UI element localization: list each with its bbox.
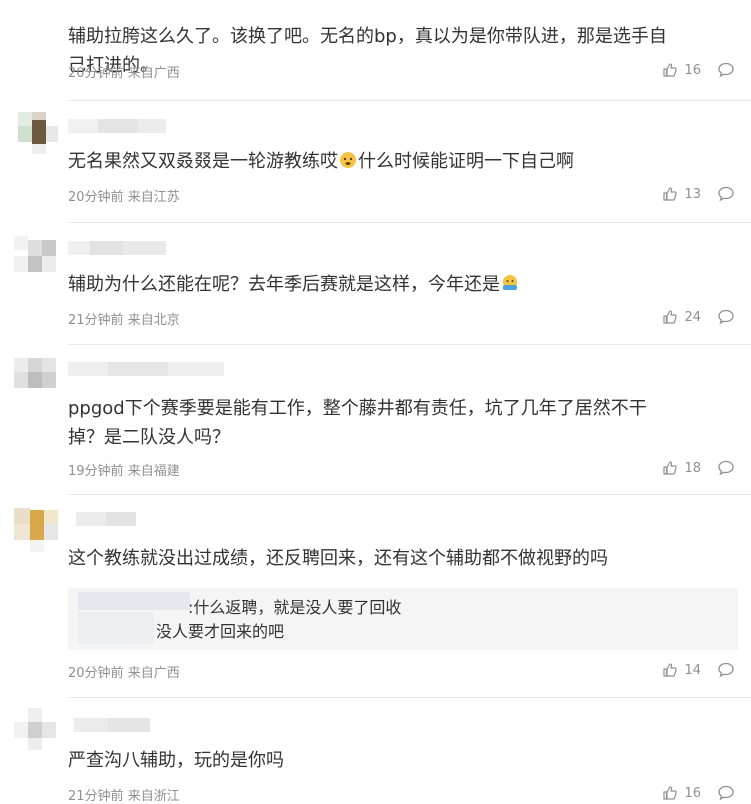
comment-location: 来自广西 (127, 666, 180, 681)
comment-bubble-icon[interactable] (717, 61, 735, 79)
divider (68, 344, 751, 345)
comment-meta: 21分钟前 来自北京 (68, 309, 180, 328)
comment-meta: 20分钟前 来自广西 (68, 662, 180, 681)
comment-time: 20分钟前 (68, 66, 124, 81)
divider (68, 222, 751, 223)
comment-location: 来自浙江 (127, 789, 180, 804)
comment-location: 来自广西 (127, 66, 180, 81)
reply-text-line: 没人要才回来的吧 (156, 622, 285, 641)
comment-text: 无名果然又双叒叕是一轮游教练哎 什么时候能证明一下自己啊 (68, 147, 707, 179)
thumbs-up-icon (663, 461, 678, 475)
like-button[interactable]: 16 (662, 785, 701, 801)
avatar[interactable] (14, 112, 60, 158)
thumbs-up-icon (663, 63, 678, 77)
comment-meta: 19分钟前 来自福建 (68, 460, 180, 479)
divider (68, 494, 751, 495)
divider (68, 100, 751, 101)
like-button[interactable]: 14 (662, 662, 701, 678)
reply-avatar-blurred (78, 612, 154, 644)
comment-time: 21分钟前 (68, 789, 124, 804)
comment-location: 来自江苏 (127, 190, 180, 205)
reply-username-blurred[interactable] (78, 592, 190, 610)
like-count: 13 (684, 186, 701, 202)
like-button[interactable]: 13 (662, 186, 701, 202)
like-button[interactable]: 16 (662, 62, 701, 78)
comment-meta: 20分钟前 来自江苏 (68, 186, 180, 205)
like-count: 16 (684, 62, 701, 78)
username-blurred[interactable] (68, 241, 168, 255)
comment-text: ppgod下个赛季要是能有工作，整个藤井都有责任，坑了几年了居然不干 掉？是二队… (68, 398, 647, 448)
like-count: 18 (684, 460, 701, 476)
avatar[interactable] (14, 236, 60, 282)
thumbs-up-icon (663, 310, 678, 324)
comment-meta: 20分钟前 来自广西 (68, 62, 180, 81)
username-blurred[interactable] (68, 119, 168, 133)
comment-bubble-icon[interactable] (717, 308, 735, 326)
comment-bubble-icon[interactable] (717, 459, 735, 477)
like-count: 14 (684, 662, 701, 678)
username-blurred[interactable] (68, 718, 158, 732)
like-button[interactable]: 24 (662, 309, 701, 325)
like-count: 16 (684, 785, 701, 801)
comment-bubble-icon[interactable] (717, 784, 735, 802)
reply-preview[interactable]: :什么返聘，就是没人要了回收 没人要才回来的吧 (68, 588, 738, 650)
comment-time: 20分钟前 (68, 190, 124, 205)
comment-location: 来自北京 (127, 313, 180, 328)
avatar[interactable] (14, 708, 60, 754)
thumbs-up-icon (663, 786, 678, 800)
comment-time: 20分钟前 (68, 666, 124, 681)
thumbs-up-icon (663, 663, 678, 677)
comment-bubble-icon[interactable] (717, 661, 735, 679)
divider (68, 697, 751, 698)
comment-bubble-icon[interactable] (717, 185, 735, 203)
comment-text: 这个教练就没出过成绩，还反聘回来，还有这个辅助都不做视野的吗 (68, 548, 608, 569)
like-button[interactable]: 18 (662, 460, 701, 476)
comment-meta: 21分钟前 来自浙江 (68, 785, 180, 804)
like-count: 24 (684, 309, 701, 325)
avatar[interactable] (14, 358, 60, 404)
comment-text: 严查沟八辅助，玩的是你吗 (68, 750, 284, 771)
comment-time: 19分钟前 (68, 464, 124, 479)
emoji-icon (338, 150, 358, 179)
thumbs-up-icon (663, 187, 678, 201)
reply-text-line: :什么返聘，就是没人要了回收 (188, 598, 402, 617)
emoji-icon (500, 273, 520, 302)
username-blurred[interactable] (68, 362, 228, 376)
comment-location: 来自福建 (127, 464, 180, 479)
comment-time: 21分钟前 (68, 313, 124, 328)
avatar[interactable] (14, 508, 60, 554)
username-blurred[interactable] (68, 512, 148, 526)
comment-text: 辅助为什么还能在呢？去年季后赛就是这样，今年还是 (68, 270, 707, 302)
